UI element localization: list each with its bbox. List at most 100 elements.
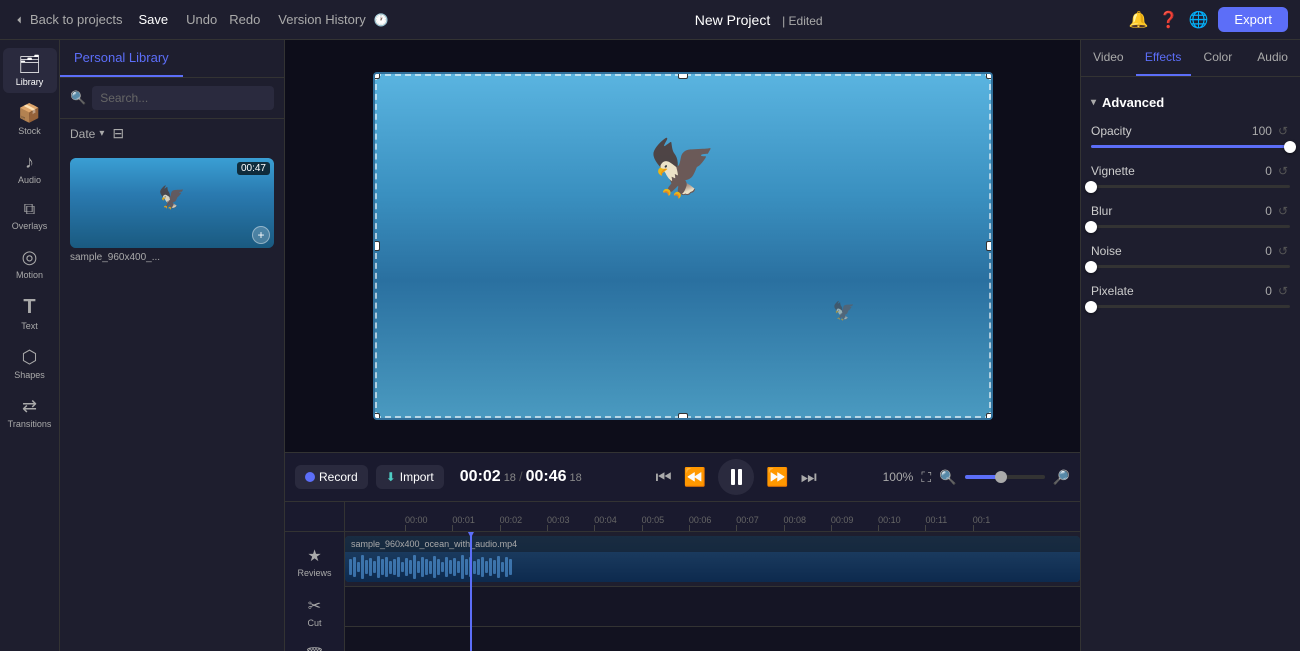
vignette-slider-thumb[interactable]: [1085, 181, 1097, 193]
handle-bottom-middle[interactable]: [678, 413, 688, 420]
sidebar-item-stock[interactable]: 📦 Stock: [3, 97, 57, 142]
vignette-slider[interactable]: [1091, 185, 1290, 188]
vignette-value-group: 0 ↺: [1265, 162, 1290, 180]
sidebar-item-label-audio: Audio: [18, 175, 41, 185]
opacity-reset-button[interactable]: ↺: [1276, 122, 1290, 140]
vignette-reset-button[interactable]: ↺: [1276, 162, 1290, 180]
sidebar-item-text[interactable]: T Text: [3, 290, 57, 337]
blur-value: 0: [1265, 204, 1272, 218]
sidebar-item-label-shapes: Shapes: [14, 370, 45, 380]
overlays-icon: ⧉: [24, 201, 35, 219]
sidebar-item-cut[interactable]: ✂ Cut: [290, 590, 340, 634]
blur-reset-button[interactable]: ↺: [1276, 202, 1290, 220]
noise-slider[interactable]: [1091, 265, 1290, 268]
media-grid: 🦅 00:47 + sample_960x400_...: [60, 148, 284, 273]
import-label: Import: [400, 470, 434, 484]
blur-slider[interactable]: [1091, 225, 1290, 228]
skip-to-end-button[interactable]: ⏭: [801, 467, 817, 488]
save-button[interactable]: Save: [139, 12, 169, 27]
panel-tab-personal-library[interactable]: Personal Library: [60, 40, 183, 77]
handle-bottom-left[interactable]: [373, 413, 380, 420]
sidebar-item-reviews[interactable]: ★ Reviews: [290, 540, 340, 584]
language-button[interactable]: 🌐: [1189, 10, 1209, 30]
track-clip[interactable]: sample_960x400_ocean_with_audio.mp4: [345, 536, 1080, 582]
opacity-slider-track[interactable]: [1091, 145, 1290, 148]
sidebar-item-overlays[interactable]: ⧉ Overlays: [3, 195, 57, 237]
timeline-ruler: 00:00 00:01 00:02 00:03 00:04 00:05 00:0…: [345, 502, 1080, 531]
tab-color[interactable]: Color: [1191, 40, 1246, 76]
step-forward-button[interactable]: ⏩: [766, 467, 788, 488]
date-filter[interactable]: Date ▾: [70, 127, 104, 141]
pixelate-reset-button[interactable]: ↺: [1276, 282, 1290, 300]
sidebar-item-transitions[interactable]: ⇄ Transitions: [3, 390, 57, 435]
ruler-mark: 00:00: [405, 515, 452, 531]
pixelate-slider-thumb[interactable]: [1085, 301, 1097, 313]
advanced-section-header[interactable]: ▾ Advanced: [1091, 95, 1290, 110]
undo-button[interactable]: Undo: [186, 12, 217, 27]
list-item[interactable]: 🦅 00:47 + sample_960x400_...: [70, 158, 274, 263]
tab-video[interactable]: Video: [1081, 40, 1136, 76]
search-input[interactable]: [92, 86, 274, 110]
media-add-button[interactable]: +: [252, 226, 270, 244]
audio-icon: ♪: [25, 152, 34, 173]
record-button[interactable]: Record: [295, 465, 368, 489]
filter-icon[interactable]: ⊟: [112, 125, 124, 142]
help-button[interactable]: ❓: [1159, 10, 1179, 30]
zoom-slider-handle[interactable]: [995, 471, 1007, 483]
zoom-percent: 100%: [883, 470, 914, 484]
sidebar-item-audio[interactable]: ♪ Audio: [3, 146, 57, 191]
blur-value-group: 0 ↺: [1265, 202, 1290, 220]
zoom-slider[interactable]: [965, 475, 1045, 479]
handle-top-right[interactable]: [986, 72, 993, 79]
playhead[interactable]: [470, 532, 472, 651]
notifications-button[interactable]: 🔔: [1129, 10, 1149, 30]
handle-middle-left[interactable]: [373, 241, 380, 251]
version-history-button[interactable]: Version History 🕐: [278, 12, 388, 27]
sidebar-item-library[interactable]: 🗂 Library: [3, 48, 57, 93]
pixelate-value-group: 0 ↺: [1265, 282, 1290, 300]
blur-slider-thumb[interactable]: [1085, 221, 1097, 233]
pixelate-slider-track[interactable]: [1091, 305, 1290, 308]
handle-top-left[interactable]: [373, 72, 380, 79]
zoom-in-button[interactable]: 🔎: [1053, 469, 1070, 486]
redo-button[interactable]: Redo: [229, 12, 260, 27]
skip-to-start-button[interactable]: ⏮: [656, 467, 672, 488]
back-button[interactable]: Back to projects: [12, 12, 123, 27]
noise-slider-track[interactable]: [1091, 265, 1290, 268]
media-panel: Personal Library 🔍 Date ▾ ⊟ 🦅: [60, 40, 285, 651]
import-button[interactable]: ⬇ Import: [376, 465, 444, 489]
handle-top-middle[interactable]: [678, 72, 688, 79]
main-layout: 🗂 Library 📦 Stock ♪ Audio ⧉ Overlays ◎ M…: [0, 40, 1300, 651]
tab-effects[interactable]: Effects: [1136, 40, 1191, 76]
sidebar-item-motion[interactable]: ◎ Motion: [3, 241, 57, 286]
opacity-slider-fill: [1091, 145, 1290, 148]
zoom-slider-track[interactable]: [965, 475, 1045, 479]
ruler-mark: 00:04: [594, 515, 641, 531]
fullscreen-button[interactable]: ⛶: [921, 469, 931, 486]
sidebar-item-label-cut: Cut: [307, 618, 321, 628]
pixelate-label: Pixelate: [1091, 284, 1134, 298]
opacity-label-row: Opacity 100 ↺: [1091, 122, 1290, 140]
handle-bottom-right[interactable]: [986, 413, 993, 420]
noise-slider-thumb[interactable]: [1085, 261, 1097, 273]
delete-icon: 🗑: [304, 646, 324, 651]
sidebar-item-label-library: Library: [16, 77, 44, 87]
noise-reset-button[interactable]: ↺: [1276, 242, 1290, 260]
sidebar-item-delete[interactable]: 🗑 Delete: [290, 640, 340, 651]
zoom-out-button[interactable]: 🔍: [939, 469, 956, 486]
pixelate-slider[interactable]: [1091, 305, 1290, 308]
handle-middle-right[interactable]: [986, 241, 993, 251]
export-button[interactable]: Export: [1218, 7, 1288, 32]
step-back-button[interactable]: ⏪: [684, 467, 706, 488]
tab-audio[interactable]: Audio: [1245, 40, 1300, 76]
vignette-slider-track[interactable]: [1091, 185, 1290, 188]
tab-video-label: Video: [1093, 50, 1123, 64]
opacity-slider[interactable]: [1091, 145, 1290, 148]
ruler-mark: 00:09: [831, 515, 878, 531]
play-pause-button[interactable]: [718, 459, 754, 495]
sidebar-item-shapes[interactable]: ⬡ Shapes: [3, 341, 57, 386]
opacity-slider-thumb[interactable]: [1284, 141, 1296, 153]
blur-slider-track[interactable]: [1091, 225, 1290, 228]
import-icon: ⬇: [386, 470, 396, 484]
noise-value: 0: [1265, 244, 1272, 258]
